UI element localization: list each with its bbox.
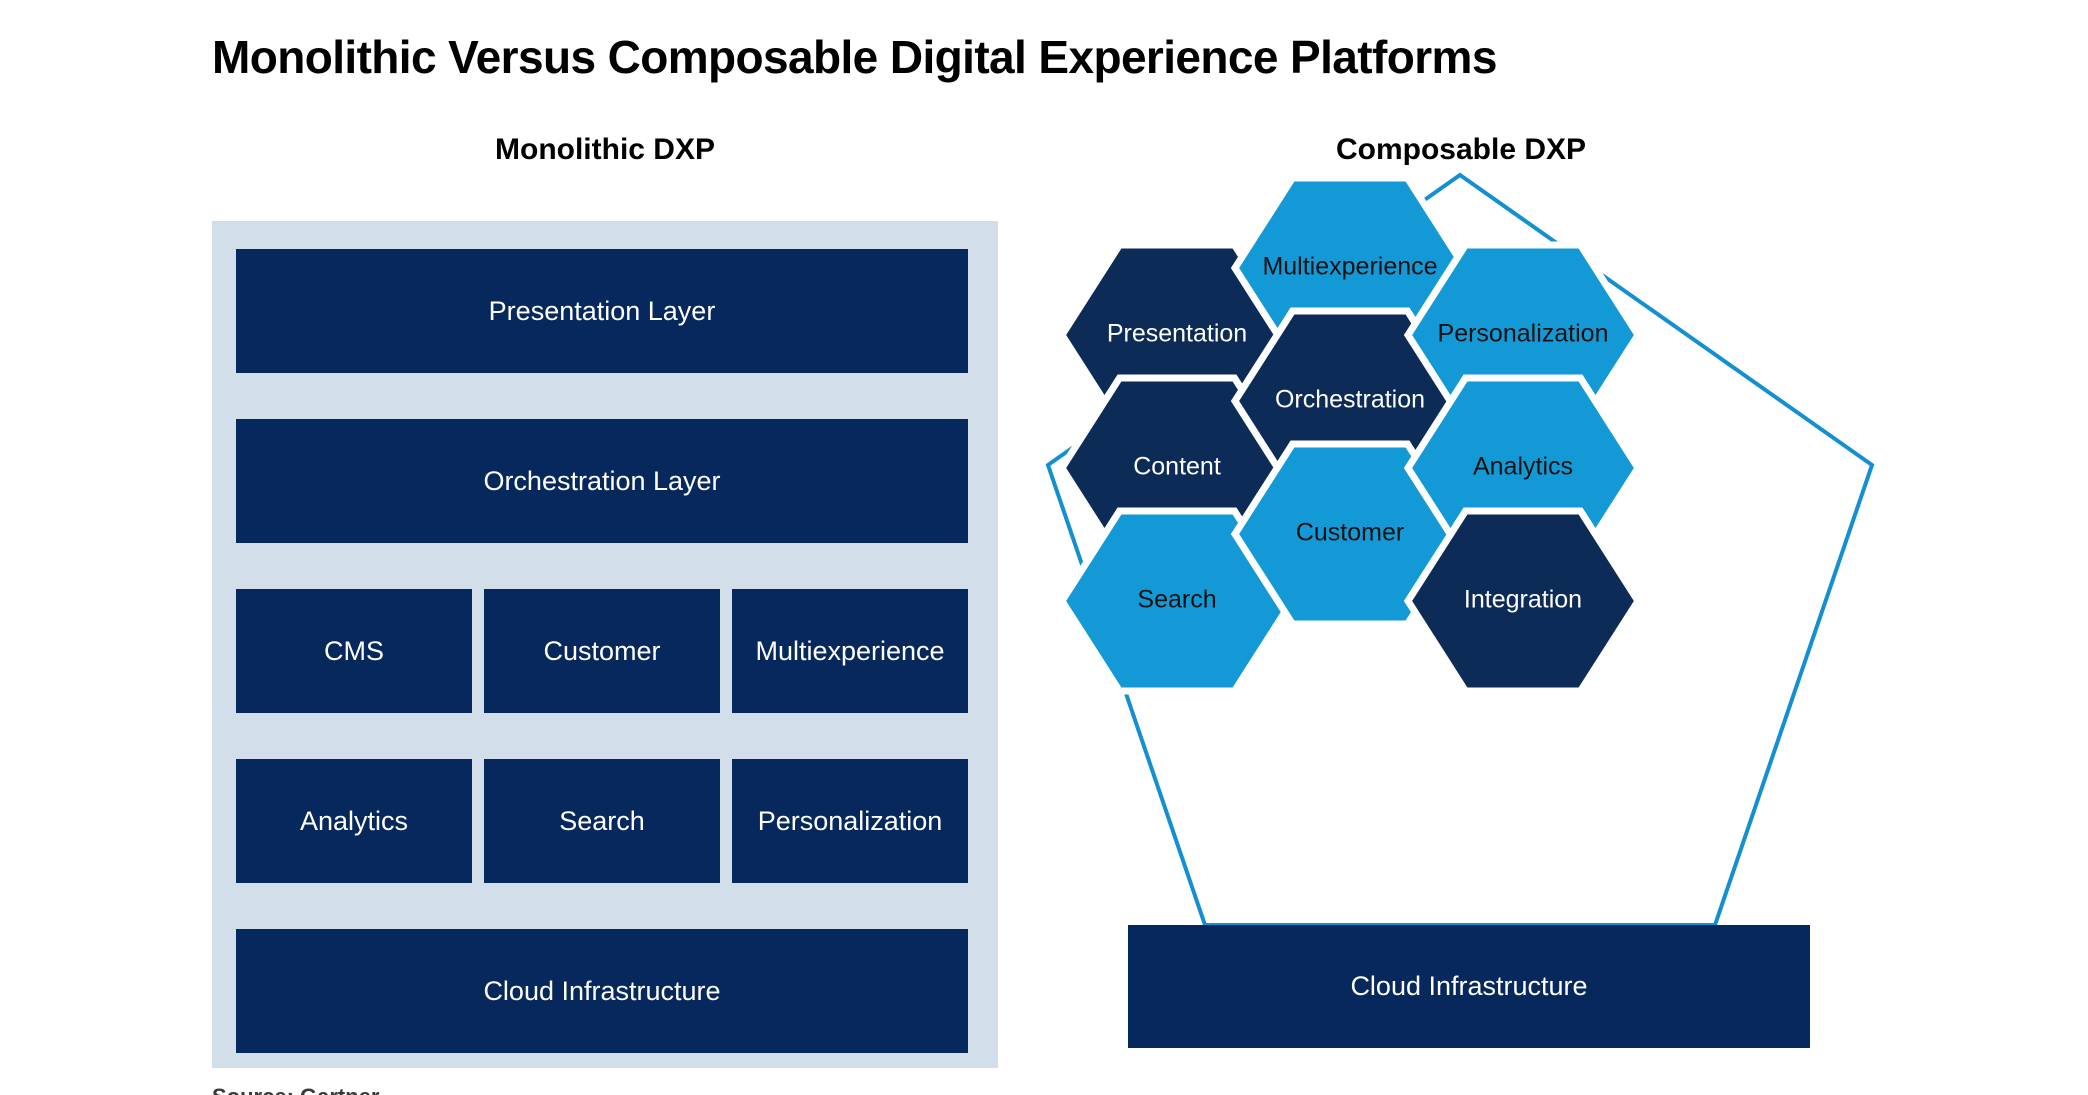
composable-panel: Presentation Content Search Multiexperie… [1020,150,1920,950]
hexagon-cluster: Presentation Content Search Multiexperie… [1020,150,1920,950]
hexagon-label: Orchestration [1275,386,1425,414]
hexagon-label: Integration [1464,586,1582,614]
monolithic-layer-presentation: Presentation Layer [236,249,968,373]
hexagon-label: Customer [1296,519,1404,547]
monolithic-cloud-infrastructure: Cloud Infrastructure [236,929,968,1053]
source-caption: Source: Gartner [212,1084,380,1095]
hexagon-label: Search [1137,586,1216,614]
composable-cloud-infrastructure: Cloud Infrastructure [1128,925,1810,1048]
monolithic-panel: Presentation Layer Orchestration Layer C… [212,221,998,1068]
hexagon-label: Personalization [1438,320,1609,348]
hexagon-label: Presentation [1107,320,1247,348]
monolithic-layer-orchestration: Orchestration Layer [236,419,968,543]
monolithic-module-search: Search [484,759,720,883]
page-title: Monolithic Versus Composable Digital Exp… [212,31,1497,83]
monolithic-module-cms: CMS [236,589,472,713]
hexagon-label: Content [1133,453,1221,481]
monolithic-module-analytics: Analytics [236,759,472,883]
diagram-canvas: Monolithic Versus Composable Digital Exp… [0,0,2088,1095]
monolithic-column-heading: Monolithic DXP [495,133,715,166]
monolithic-module-multiexperience: Multiexperience [732,589,968,713]
hexagon-label: Analytics [1473,453,1573,481]
monolithic-module-customer: Customer [484,589,720,713]
monolithic-module-personalization: Personalization [732,759,968,883]
hexagon-label: Multiexperience [1262,253,1437,281]
